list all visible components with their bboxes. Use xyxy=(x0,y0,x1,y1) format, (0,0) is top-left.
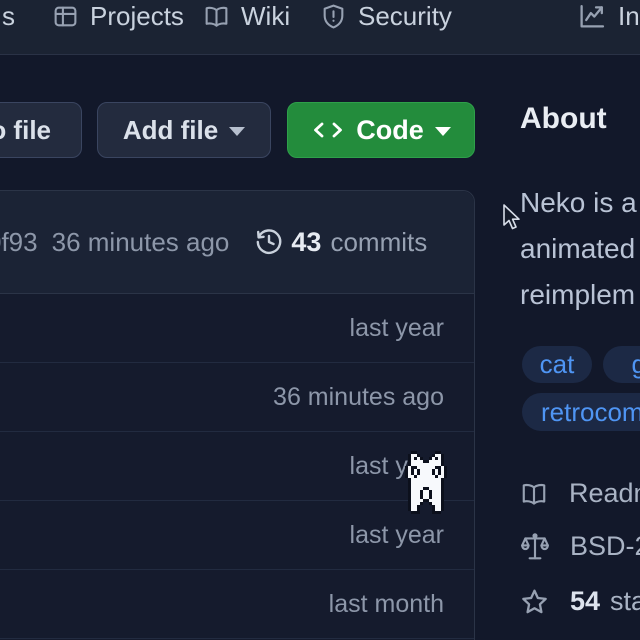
nav-tab-insights[interactable]: In xyxy=(577,0,640,32)
book-icon xyxy=(519,480,549,508)
commit-hash[interactable]: 0f93 xyxy=(0,227,38,258)
about-heading: About xyxy=(520,102,607,136)
stars-link[interactable]: 54 sta xyxy=(519,586,640,617)
graph-icon xyxy=(577,1,607,31)
stars-count: 54 xyxy=(570,586,600,617)
code-label: Code xyxy=(356,115,424,146)
file-row[interactable]: last year xyxy=(0,294,474,363)
nav-tab-security[interactable]: Security xyxy=(320,0,452,32)
history-icon xyxy=(253,226,285,258)
topic-tag-label: go xyxy=(632,349,640,380)
commit-count: 43 xyxy=(291,227,321,258)
go-to-file-label: o file xyxy=(0,115,51,146)
law-icon xyxy=(520,530,550,563)
file-row-time: last month xyxy=(329,590,444,619)
license-link[interactable]: BSD-2 xyxy=(520,530,640,563)
about-description-line: Neko is a xyxy=(520,180,637,226)
about-description: Neko is a animated reimplem xyxy=(520,180,637,318)
file-row[interactable]: last month xyxy=(0,570,474,639)
book-icon xyxy=(203,3,230,30)
nav-tab-wiki[interactable]: Wiki xyxy=(203,0,290,32)
go-to-file-button[interactable]: o file xyxy=(0,102,82,158)
add-file-button[interactable]: Add file xyxy=(97,102,271,158)
file-row[interactable]: last year xyxy=(0,501,474,570)
nav-tab-label: s xyxy=(2,1,15,32)
caret-down-icon xyxy=(229,127,245,136)
nav-tab-label: In xyxy=(618,1,640,32)
commit-count-label: commits xyxy=(330,227,427,258)
file-row[interactable]: last year xyxy=(0,432,474,501)
file-row[interactable]: 36 minutes ago xyxy=(0,363,474,432)
star-icon xyxy=(519,587,550,617)
commit-history-link[interactable]: 43 commits xyxy=(253,226,427,258)
file-table: 0f93 36 minutes ago 43 commits last year… xyxy=(0,190,475,640)
nav-tab-label: Security xyxy=(358,1,452,32)
nav-tab-label: Wiki xyxy=(241,1,290,32)
topic-tag-go[interactable]: go xyxy=(603,346,640,383)
mouse-cursor xyxy=(502,204,522,232)
nav-tab-projects[interactable]: Projects xyxy=(52,0,184,32)
shield-icon xyxy=(320,3,347,30)
readme-link[interactable]: Readm xyxy=(519,478,640,509)
nav-tab-clipped[interactable]: s xyxy=(2,0,15,32)
repo-nav-bar: s Projects Wiki Security xyxy=(0,0,640,55)
nav-tab-label: Projects xyxy=(90,1,184,32)
caret-down-icon xyxy=(435,127,451,136)
table-icon xyxy=(52,3,79,30)
topic-tag-retrocomputing[interactable]: retrocomp xyxy=(522,393,640,431)
github-repo-page: s Projects Wiki Security xyxy=(0,0,640,640)
add-file-label: Add file xyxy=(123,115,218,146)
code-button[interactable]: Code xyxy=(287,102,475,158)
license-label: BSD-2 xyxy=(570,531,640,562)
latest-commit-bar: 0f93 36 minutes ago 43 commits xyxy=(0,191,474,294)
file-row-time: last year xyxy=(350,314,444,343)
topic-tag-label: cat xyxy=(540,349,575,380)
readme-label: Readm xyxy=(569,478,640,509)
code-icon xyxy=(311,117,345,143)
about-description-line: reimplem xyxy=(520,272,637,318)
file-row-time: 36 minutes ago xyxy=(273,383,444,412)
neko-cat-sprite xyxy=(405,451,447,514)
commit-time: 36 minutes ago xyxy=(52,227,230,258)
stars-label: sta xyxy=(610,586,640,617)
file-row-time: last year xyxy=(350,521,444,550)
topic-tag-label: retrocomp xyxy=(541,397,640,428)
about-description-line: animated xyxy=(520,226,637,272)
topic-tag-cat[interactable]: cat xyxy=(522,346,592,383)
